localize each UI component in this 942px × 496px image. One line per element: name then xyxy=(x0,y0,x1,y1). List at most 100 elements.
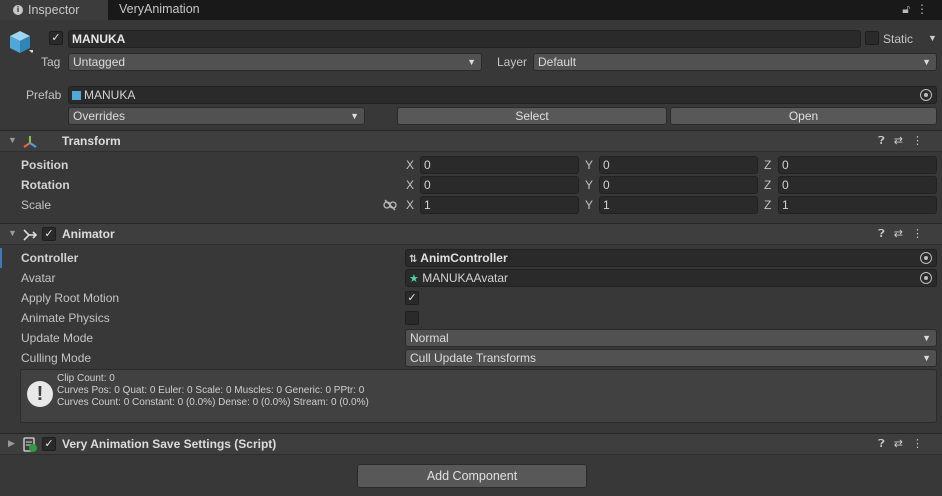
info-exclamation-icon: ! xyxy=(27,381,53,407)
animator-controller-icon: ⇅ xyxy=(409,254,418,265)
animator-header[interactable]: ▼ ✓ Animator ❓︎⇄⋮ xyxy=(0,223,942,245)
scale-label: Scale xyxy=(21,198,52,212)
tab-inspector[interactable]: i Inspector xyxy=(0,0,108,20)
overrides-dropdown[interactable]: Overrides ▼ xyxy=(68,107,365,125)
position-y-label[interactable]: Y xyxy=(585,157,593,173)
apply-root-motion-checkbox[interactable]: ✓ xyxy=(405,291,419,305)
presets-icon[interactable]: ⇄ xyxy=(894,228,912,240)
chevron-down-icon: ▼ xyxy=(922,353,931,363)
component-header-icons: ❓︎⇄⋮ xyxy=(878,227,932,241)
scale-y-field[interactable]: 1 xyxy=(599,196,758,214)
scale-z-label[interactable]: Z xyxy=(764,197,771,213)
rotation-y-field[interactable]: 0 xyxy=(599,176,758,194)
more-menu-icon[interactable]: ⋮ xyxy=(916,2,934,16)
object-picker-icon[interactable] xyxy=(920,272,932,284)
update-mode-label: Update Mode xyxy=(21,331,94,345)
culling-mode-label: Culling Mode xyxy=(21,351,92,365)
position-x-label[interactable]: X xyxy=(406,157,414,173)
transform-header[interactable]: ▼ Transform ❓︎⇄⋮ xyxy=(0,130,942,152)
transform-title: Transform xyxy=(62,134,121,148)
prefab-asset-field[interactable]: MANUKA xyxy=(68,86,937,104)
rotation-z-label[interactable]: Z xyxy=(764,177,771,193)
help-icon[interactable]: ❓︎ xyxy=(878,135,894,147)
more-menu-icon[interactable]: ⋮ xyxy=(912,135,932,147)
tab-inspector-label: Inspector xyxy=(28,3,80,17)
unlinked-scale-icon[interactable] xyxy=(383,199,397,211)
script-enabled-checkbox[interactable]: ✓ xyxy=(42,437,56,451)
animate-physics-checkbox[interactable] xyxy=(405,311,419,325)
more-menu-icon[interactable]: ⋮ xyxy=(912,438,932,450)
rotation-z-field[interactable]: 0 xyxy=(778,176,937,194)
animator-enabled-checkbox[interactable]: ✓ xyxy=(42,227,56,241)
foldout-collapsed-icon[interactable]: ▶ xyxy=(8,438,15,449)
controller-field[interactable]: ⇅ AnimController xyxy=(405,249,937,267)
controller-label: Controller xyxy=(21,251,79,265)
prefab-small-icon xyxy=(72,91,81,100)
helpbox-text: Clip Count: 0 Curves Pos: 0 Quat: 0 Euler… xyxy=(57,373,369,409)
position-z-field[interactable]: 0 xyxy=(778,156,937,174)
clip-count-text: Clip Count: 0 xyxy=(57,373,115,384)
lock-icon[interactable]: 🔓︎ xyxy=(902,2,916,16)
rotation-x-label[interactable]: X xyxy=(406,177,414,193)
presets-icon[interactable]: ⇄ xyxy=(894,135,912,147)
scale-x-label[interactable]: X xyxy=(406,197,414,213)
position-y-field[interactable]: 0 xyxy=(599,156,758,174)
controller-value: AnimController xyxy=(420,251,508,265)
select-button[interactable]: Select xyxy=(397,107,667,125)
component-header-icons: ❓︎⇄⋮ xyxy=(878,437,932,451)
help-icon[interactable]: ❓︎ xyxy=(878,438,894,450)
scale-y-label[interactable]: Y xyxy=(585,197,593,213)
tab-bar: i Inspector VeryAnimation 🔓︎⋮ xyxy=(0,0,942,20)
tag-dropdown[interactable]: Untagged ▼ xyxy=(68,53,482,71)
rotation-x-field[interactable]: 0 xyxy=(420,176,579,194)
object-picker-icon[interactable] xyxy=(920,89,932,101)
animator-title: Animator xyxy=(62,227,115,241)
tab-veryanimation[interactable]: VeryAnimation xyxy=(108,0,218,20)
layer-dropdown[interactable]: Default ▼ xyxy=(533,53,937,71)
scale-z-field[interactable]: 1 xyxy=(778,196,937,214)
help-icon[interactable]: ❓︎ xyxy=(878,228,894,240)
position-z-label[interactable]: Z xyxy=(764,157,771,173)
script-icon xyxy=(23,437,37,452)
overrides-dropdown-value: Overrides xyxy=(73,109,126,123)
culling-mode-value: Cull Update Transforms xyxy=(410,351,537,365)
foldout-expanded-icon[interactable]: ▼ xyxy=(8,228,17,238)
script-component-title: Very Animation Save Settings (Script) xyxy=(62,437,277,451)
gameobject-name-field[interactable]: MANUKA xyxy=(68,30,861,48)
open-button[interactable]: Open xyxy=(670,107,937,125)
info-icon: i xyxy=(13,5,23,15)
position-label: Position xyxy=(21,158,69,172)
more-menu-icon[interactable]: ⋮ xyxy=(912,228,932,240)
chevron-down-icon: ▼ xyxy=(350,111,359,121)
position-x-field[interactable]: 0 xyxy=(420,156,579,174)
selection-indicator xyxy=(0,248,2,268)
tab-veryanimation-label: VeryAnimation xyxy=(119,2,200,16)
add-component-button[interactable]: Add Component xyxy=(357,464,587,488)
chevron-down-icon: ▼ xyxy=(922,333,931,343)
curves-pos-text: Curves Pos: 0 Quat: 0 Euler: 0 Scale: 0 … xyxy=(57,385,365,396)
curves-count-text: Curves Count: 0 Constant: 0 (0.0%) Dense… xyxy=(57,397,369,408)
culling-mode-dropdown[interactable]: Cull Update Transforms ▼ xyxy=(405,349,937,367)
active-checkbox[interactable]: ✓ xyxy=(49,31,63,45)
tab-menu-icons[interactable]: 🔓︎⋮ xyxy=(902,2,934,17)
static-dropdown-icon[interactable]: ▼ xyxy=(928,33,937,43)
update-mode-dropdown[interactable]: Normal ▼ xyxy=(405,329,937,347)
chevron-down-icon: ▼ xyxy=(467,57,476,67)
avatar-value: MANUKAAvatar xyxy=(422,271,509,285)
update-mode-value: Normal xyxy=(410,331,449,345)
object-picker-icon[interactable] xyxy=(920,252,932,264)
component-header-icons: ❓︎⇄⋮ xyxy=(878,134,932,148)
transform-icon xyxy=(23,136,37,148)
foldout-expanded-icon[interactable]: ▼ xyxy=(8,135,17,145)
script-component-header[interactable]: ▶ ✓ Very Animation Save Settings (Script… xyxy=(0,433,942,455)
prefab-asset-value: MANUKA xyxy=(84,88,136,102)
animator-icon xyxy=(23,229,38,241)
animator-info-helpbox: ! Clip Count: 0 Curves Pos: 0 Quat: 0 Eul… xyxy=(20,369,937,423)
rotation-y-label[interactable]: Y xyxy=(585,177,593,193)
static-checkbox[interactable] xyxy=(865,31,879,45)
presets-icon[interactable]: ⇄ xyxy=(894,438,912,450)
avatar-icon: ★ xyxy=(409,273,419,285)
prefab-cube-icon[interactable] xyxy=(9,29,33,55)
avatar-field[interactable]: ★ MANUKAAvatar xyxy=(405,269,937,287)
scale-x-field[interactable]: 1 xyxy=(420,196,579,214)
